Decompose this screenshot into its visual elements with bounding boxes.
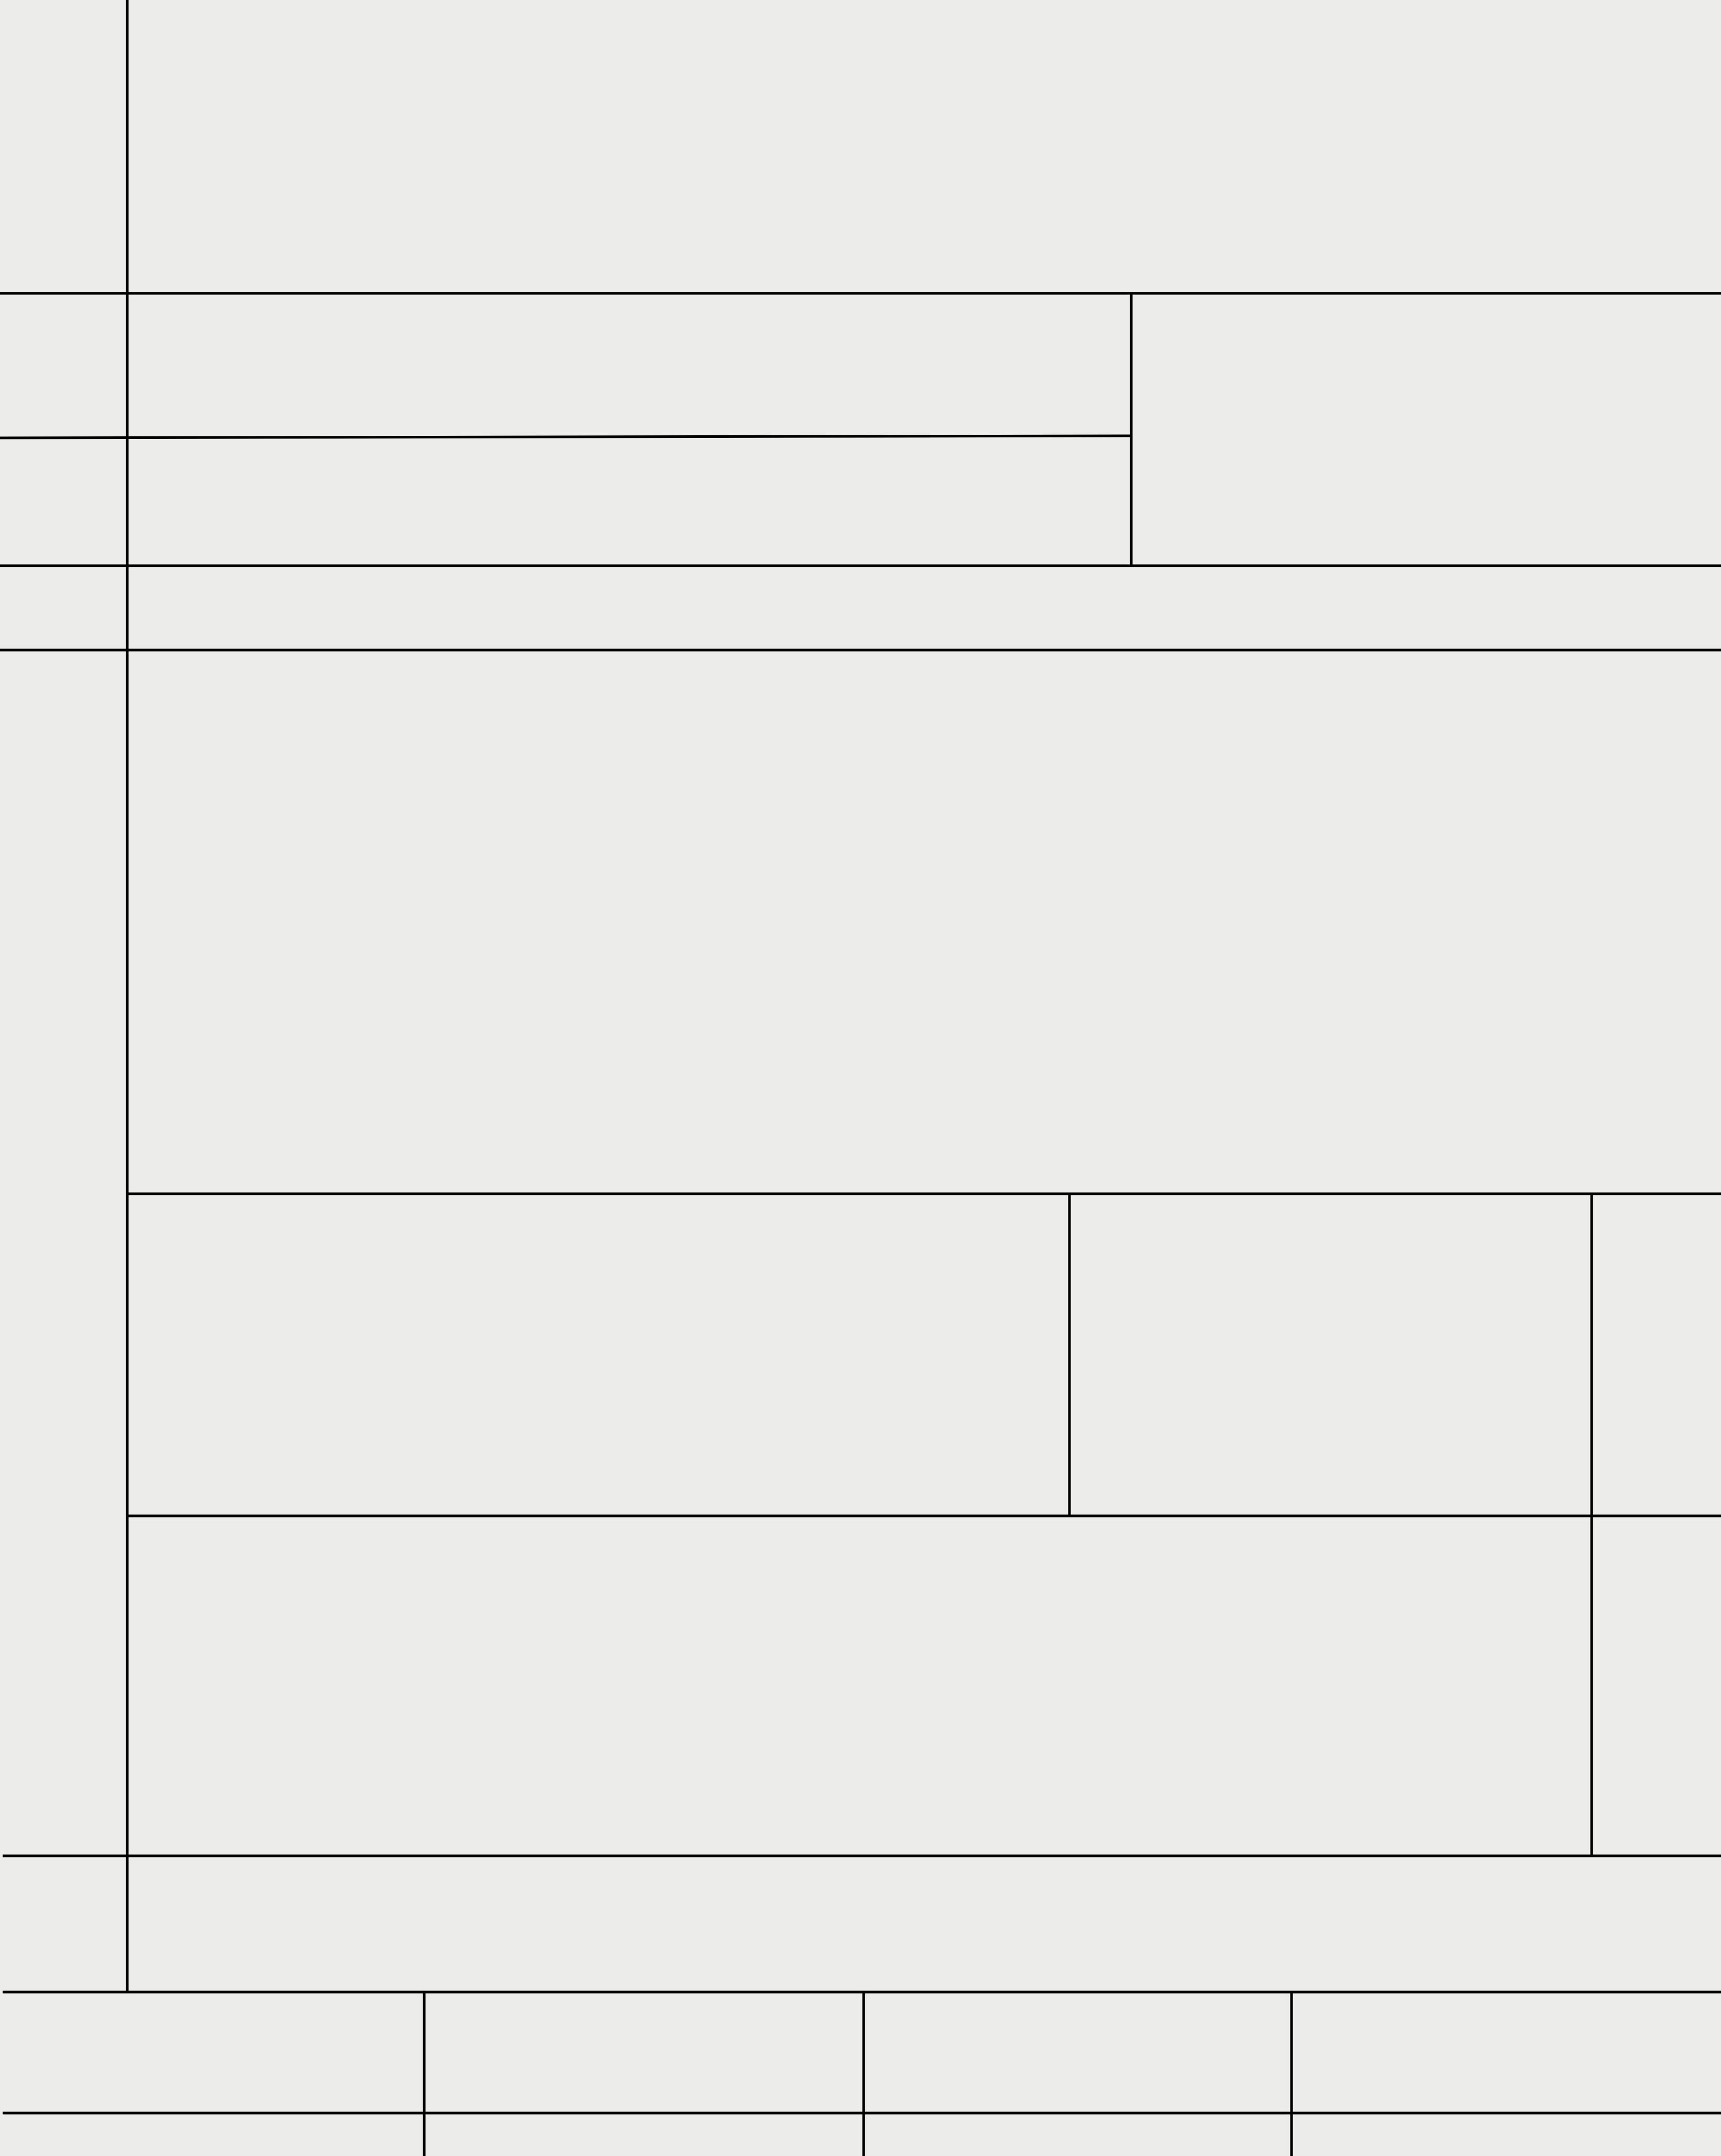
rule-h-2 <box>0 434 1132 439</box>
form-grid-lines <box>0 0 1721 2156</box>
blank-form-page: { "page": { "background_color": "#ececea… <box>0 0 1721 2156</box>
